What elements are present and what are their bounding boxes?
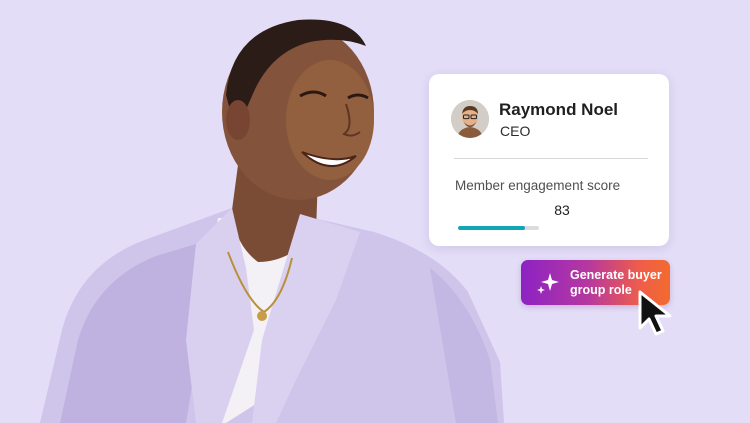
avatar-image bbox=[451, 100, 489, 138]
hero-stage: Raymond Noel CEO Member engagement score… bbox=[0, 0, 750, 423]
contact-title: CEO bbox=[500, 123, 531, 139]
avatar bbox=[451, 100, 489, 138]
sparkle-icon bbox=[537, 273, 559, 294]
contact-name: Raymond Noel bbox=[499, 100, 619, 119]
engagement-score: 83 bbox=[554, 202, 570, 218]
engagement-progress-fill bbox=[458, 226, 526, 230]
engagement-progress-bar bbox=[458, 226, 539, 230]
card-divider bbox=[454, 158, 648, 159]
engagement-label: Member engagement score bbox=[455, 178, 621, 193]
mouse-cursor-icon bbox=[638, 290, 672, 336]
profile-card: Raymond Noel CEO Member engagement score… bbox=[429, 74, 669, 246]
